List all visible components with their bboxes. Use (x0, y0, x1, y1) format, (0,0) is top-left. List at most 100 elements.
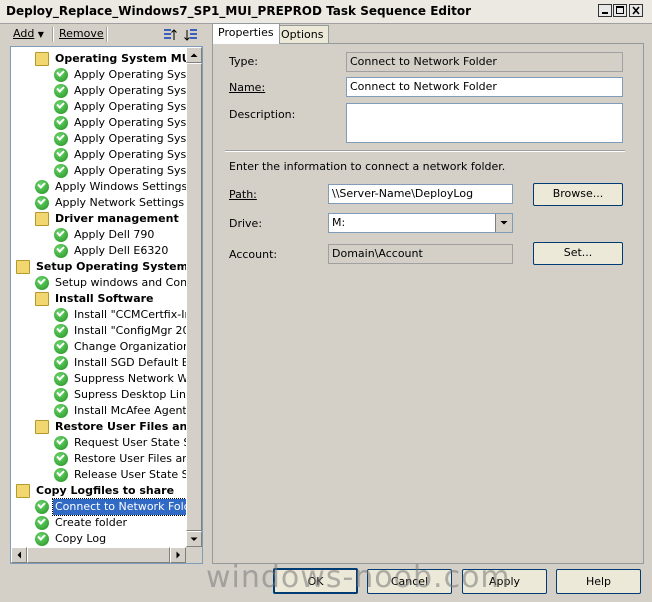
scroll-left-icon (17, 551, 21, 559)
success-check-icon (54, 308, 68, 322)
tree-item-label: Supress Desktop Links (74, 388, 199, 401)
tree-item-label: Apply Operating System (74, 116, 203, 129)
success-check-icon (35, 516, 49, 530)
account-field: Domain\Account (328, 244, 513, 264)
tree-item-label: Apply Operating System (74, 100, 203, 113)
close-icon (632, 6, 640, 15)
tree-item-label: Request User State Storage (74, 436, 202, 449)
minimize-icon (602, 12, 608, 14)
success-check-icon (54, 452, 68, 466)
tree-item-label: Restore User Files and S (55, 420, 203, 433)
success-check-icon (54, 468, 68, 482)
close-button[interactable] (629, 4, 643, 17)
horizontal-scroll-thumb[interactable] (27, 547, 170, 563)
maximize-icon (616, 6, 624, 14)
minimize-button[interactable] (598, 4, 612, 17)
tree-item-label: Create folder (55, 516, 127, 529)
toolbar-separator (52, 27, 54, 42)
tree-item-label: Operating System MUI (55, 52, 195, 65)
type-label: Type: (229, 55, 258, 68)
window-title: Deploy_Replace_Windows7_SP1_MUI_PREPROD … (6, 4, 472, 18)
success-check-icon (54, 372, 68, 386)
folder-icon (16, 260, 30, 274)
browse-button-label: Browse... (552, 187, 604, 200)
chevron-down-icon: ▼ (37, 30, 44, 39)
chevron-down-icon (500, 221, 508, 225)
success-check-icon (54, 228, 68, 242)
path-input[interactable]: \\Server-Name\DeployLog (328, 184, 513, 204)
tree-item-label: Setup Operating System (36, 260, 189, 273)
tree-horizontal-scrollbar[interactable] (11, 547, 186, 563)
success-check-icon (35, 180, 49, 194)
drive-select[interactable]: M: (328, 213, 513, 233)
help-button[interactable]: Help (556, 569, 641, 594)
success-check-icon (54, 84, 68, 98)
move-up-icon (164, 29, 177, 40)
dropdown-arrow-button[interactable] (495, 214, 512, 232)
path-label: Path: (229, 188, 257, 201)
success-check-icon (35, 196, 49, 210)
type-field: Connect to Network Folder (346, 52, 623, 72)
folder-icon (16, 484, 30, 498)
tab-options[interactable]: Options (275, 25, 330, 44)
scroll-down-button[interactable] (186, 531, 202, 547)
tree-item-label: Copy Logfiles to share (36, 484, 175, 497)
scroll-right-button[interactable] (170, 547, 186, 563)
move-down-icon (184, 29, 197, 41)
tree-item-label: Setup windows and ConfigMgr (55, 276, 202, 289)
description-label: Description: (229, 108, 296, 121)
scroll-left-button[interactable] (11, 547, 27, 563)
success-check-icon (54, 388, 68, 402)
add-menu-button[interactable]: Add ▼ (13, 25, 44, 43)
tree-item-label: Apply Dell E6320 (74, 244, 169, 257)
watermark: windows-noob.com (206, 560, 511, 595)
tree-item-label: Install "ConfigMgr 2007 (74, 324, 203, 337)
scroll-right-icon (176, 551, 180, 559)
success-check-icon (54, 100, 68, 114)
folder-icon (35, 52, 49, 66)
tree-item-label: Install SGD Default Back (74, 356, 203, 369)
folder-icon (35, 420, 49, 434)
set-account-button[interactable]: Set... (533, 242, 623, 265)
tree-item-label: Apply Dell 790 (74, 228, 155, 241)
success-check-icon (35, 276, 49, 290)
browse-button[interactable]: Browse... (533, 183, 623, 206)
tab-properties[interactable]: Properties (212, 23, 280, 44)
set-button-label: Set... (563, 246, 593, 259)
tab-options-label: Options (281, 28, 324, 41)
success-check-icon (54, 132, 68, 146)
tree-item-label: Apply Operating System (74, 68, 203, 81)
success-check-icon (35, 532, 49, 546)
maximize-button[interactable] (613, 4, 627, 17)
remove-button[interactable]: Remove (59, 25, 104, 43)
instruction-text: Enter the information to connect a netwo… (229, 160, 506, 173)
success-check-icon (54, 404, 68, 418)
tree-item-label: Install "CCMCertfix-Install" (74, 308, 202, 321)
tree-vertical-scrollbar[interactable] (186, 47, 202, 547)
remove-label: Remove (59, 27, 104, 40)
success-check-icon (54, 148, 68, 162)
title-bar: Deploy_Replace_Windows7_SP1_MUI_PREPROD … (0, 0, 652, 24)
tree-item-label: Apply Operating System (74, 84, 203, 97)
folder-icon (35, 292, 49, 306)
scroll-up-button[interactable] (186, 47, 202, 63)
account-label: Account: (229, 248, 278, 261)
drive-label: Drive: (229, 217, 263, 230)
folder-icon (35, 212, 49, 226)
success-check-icon (54, 436, 68, 450)
success-check-icon (35, 500, 49, 514)
drive-select-value: M: (332, 216, 346, 229)
tree-item-label: Apply Network Settings (55, 196, 185, 209)
tree-item-label: Release User State Storage (74, 468, 202, 481)
success-check-icon (54, 324, 68, 338)
task-sequence-tree[interactable]: Operating System MUI Apply Operating Syst… (10, 46, 203, 564)
description-input[interactable] (346, 103, 623, 143)
tree-item-label: Connect to Network Folder (52, 498, 202, 516)
name-input[interactable]: Connect to Network Folder (346, 77, 623, 97)
vertical-scroll-thumb[interactable] (186, 63, 202, 531)
move-up-button[interactable] (162, 27, 178, 43)
toolbar-separator-2 (106, 27, 108, 42)
move-down-button[interactable] (183, 27, 199, 43)
tree-item-label: Restore User Files and Settings (74, 452, 202, 465)
tree-item-label: Install McAfee Agent (74, 404, 187, 417)
